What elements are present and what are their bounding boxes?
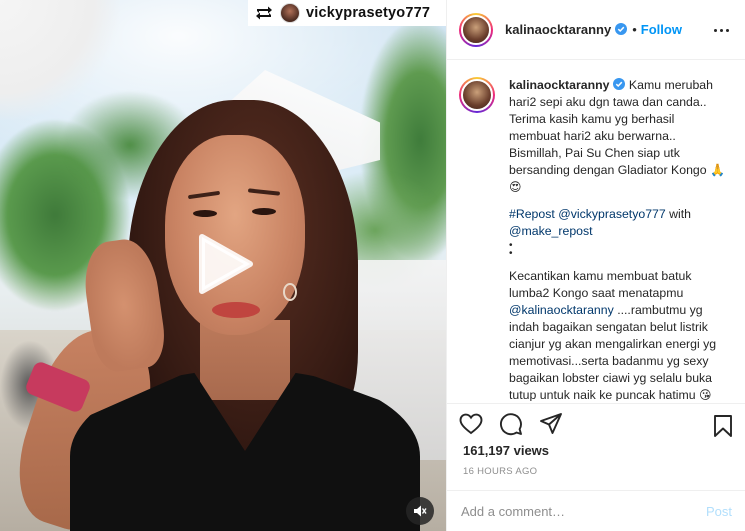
- caption: kalinaocktaranny Kamu merubah hari2 sepi…: [459, 77, 734, 401]
- play-button[interactable]: [192, 233, 254, 295]
- post-comment-button[interactable]: Post: [706, 504, 732, 519]
- share-icon[interactable]: [539, 412, 563, 436]
- video-eye: [252, 208, 276, 215]
- video-eye: [193, 210, 217, 217]
- view-count[interactable]: 161,197 views: [463, 443, 549, 458]
- verified-badge-icon: [615, 23, 628, 35]
- post-sidebar: kalinaocktaranny • Follow kalinaocktaran…: [446, 0, 745, 531]
- repost-avatar[interactable]: [280, 3, 300, 23]
- header-separator: •: [632, 22, 637, 37]
- caption-paragraph-2-start: Kecantikan kamu membuat batuk lumba2 Kon…: [509, 269, 692, 300]
- caption-paragraph-2: Kecantikan kamu membuat batuk lumba2 Kon…: [509, 268, 729, 401]
- mention-make-repost[interactable]: @make_repost: [509, 224, 593, 238]
- comment-input[interactable]: [461, 503, 706, 519]
- bookmark-icon[interactable]: [712, 414, 734, 438]
- verified-badge-icon: [613, 78, 626, 90]
- more-options-icon[interactable]: [714, 22, 732, 38]
- caption-dots: • •: [509, 240, 513, 259]
- video-lips: [212, 302, 260, 318]
- speaker-muted-icon: [414, 505, 427, 517]
- with-text: with: [669, 207, 692, 221]
- comments-area: kalinaocktaranny Kamu merubah hari2 sepi…: [447, 61, 745, 401]
- repost-icon: [254, 5, 274, 21]
- mute-button[interactable]: [406, 497, 434, 525]
- repost-banner: vickyprasetyo777: [248, 0, 446, 26]
- author-username[interactable]: kalinaocktaranny: [505, 22, 628, 37]
- caption-username[interactable]: kalinaocktaranny: [509, 78, 626, 92]
- caption-body: kalinaocktaranny Kamu merubah hari2 sepi…: [509, 77, 729, 401]
- follow-button[interactable]: Follow: [641, 22, 682, 37]
- hashtag-repost[interactable]: #Repost: [509, 207, 555, 221]
- repost-credit: #Repost @vickyprasetyo777 with @make_rep…: [509, 206, 729, 240]
- author-avatar[interactable]: [459, 12, 493, 47]
- action-bar: [447, 403, 745, 443]
- heart-icon[interactable]: [459, 412, 483, 436]
- post-timestamp[interactable]: 16 HOURS AGO: [463, 466, 537, 477]
- caption-paragraph-2-end: ....rambutmu yg indah bagaikan sengatan …: [509, 303, 717, 401]
- post-header: kalinaocktaranny • Follow: [447, 0, 745, 60]
- add-comment-section: Post: [447, 490, 745, 531]
- play-icon: [199, 234, 253, 294]
- mention-vickyprasetyo777[interactable]: @vickyprasetyo777: [558, 207, 666, 221]
- repost-username[interactable]: vickyprasetyo777: [306, 5, 430, 21]
- caption-text: Kamu merubah hari2 sepi aku dgn tawa dan…: [509, 78, 713, 177]
- comment-icon[interactable]: [499, 412, 523, 436]
- caption-avatar[interactable]: [459, 77, 495, 113]
- video-earring: [283, 283, 297, 301]
- caption-emojis: 😘: [699, 388, 712, 401]
- mention-kalinaocktaranny[interactable]: @kalinaocktaranny: [509, 303, 614, 317]
- post-video[interactable]: vickyprasetyo777: [0, 0, 446, 531]
